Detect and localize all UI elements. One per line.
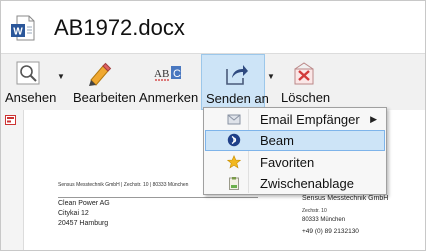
delete-icon [294,62,314,85]
edit-label: Bearbeiten [73,90,136,105]
title-bar: W AB1972.docx [1,1,425,53]
recipient-street: Citykai 12 [58,210,89,217]
beam-icon [227,133,241,147]
recipient-city: 20457 Hamburg [58,220,109,227]
chevron-down-icon: ▼ [57,72,65,81]
app-window: W AB1972.docx Ansehen ▼ Bearbeiten AB C … [0,0,426,251]
delete-label: Löschen [281,90,331,105]
share-icon [226,65,248,85]
send-to-button[interactable]: Senden an [201,54,269,110]
company-street: Zechstr. 10 [302,208,327,214]
beam-label: Beam [260,133,294,148]
clipboard-label: Zwischenablage [260,176,354,191]
annotate-label: Anmerken [139,90,199,105]
view-dropdown-arrow[interactable]: ▼ [55,54,67,110]
envelope-icon [227,114,241,125]
send-to-dropdown-arrow[interactable]: ▼ [265,54,277,110]
toolbar: Ansehen ▼ Bearbeiten AB C Anmerken Sende… [1,53,425,111]
menu-item-email-recipient[interactable]: Email Empfänger ▶ [205,109,385,130]
abc-annotate-icon: AB C [154,66,181,81]
send-to-menu: Email Empfänger ▶ Beam Favoriten Zwische… [203,107,387,195]
document-title: AB1972.docx [54,15,185,40]
chevron-right-icon: ▶ [370,114,377,124]
star-icon [227,155,241,169]
magnifier-icon [16,61,40,85]
svg-text:W: W [13,27,23,38]
menu-item-clipboard[interactable]: Zwischenablage [205,173,385,194]
menu-item-favorites[interactable]: Favoriten [205,152,385,173]
company-name: Sensus Messtechnik GmbH [302,195,389,202]
view-label: Ansehen [5,90,57,105]
company-phone: +49 (0) 89 2132130 [302,228,359,235]
recipient-name: Clean Power AG [58,200,110,207]
view-button[interactable]: Ansehen [5,54,57,110]
delete-button[interactable]: Löschen [279,54,331,110]
clipboard-icon [229,177,239,190]
svg-text:C: C [173,68,181,80]
favorites-label: Favoriten [260,155,315,170]
pdf-marker-icon [5,115,16,125]
chevron-down-icon: ▼ [267,72,275,81]
menu-item-beam[interactable]: Beam [205,130,385,151]
edit-button[interactable]: Bearbeiten [69,54,136,110]
sender-divider [58,197,258,198]
sender-line: Sensus Messtechnik GmbH | Zechstr. 10 | … [58,182,189,188]
pencil-icon [89,62,112,86]
email-recipient-label: Email Empfänger [260,112,360,127]
svg-text:AB: AB [154,68,169,80]
send-to-label: Senden an [206,91,269,106]
company-city: 80333 München [302,217,346,223]
annotate-button[interactable]: AB C Anmerken [135,54,199,110]
word-icon: W [11,15,35,41]
